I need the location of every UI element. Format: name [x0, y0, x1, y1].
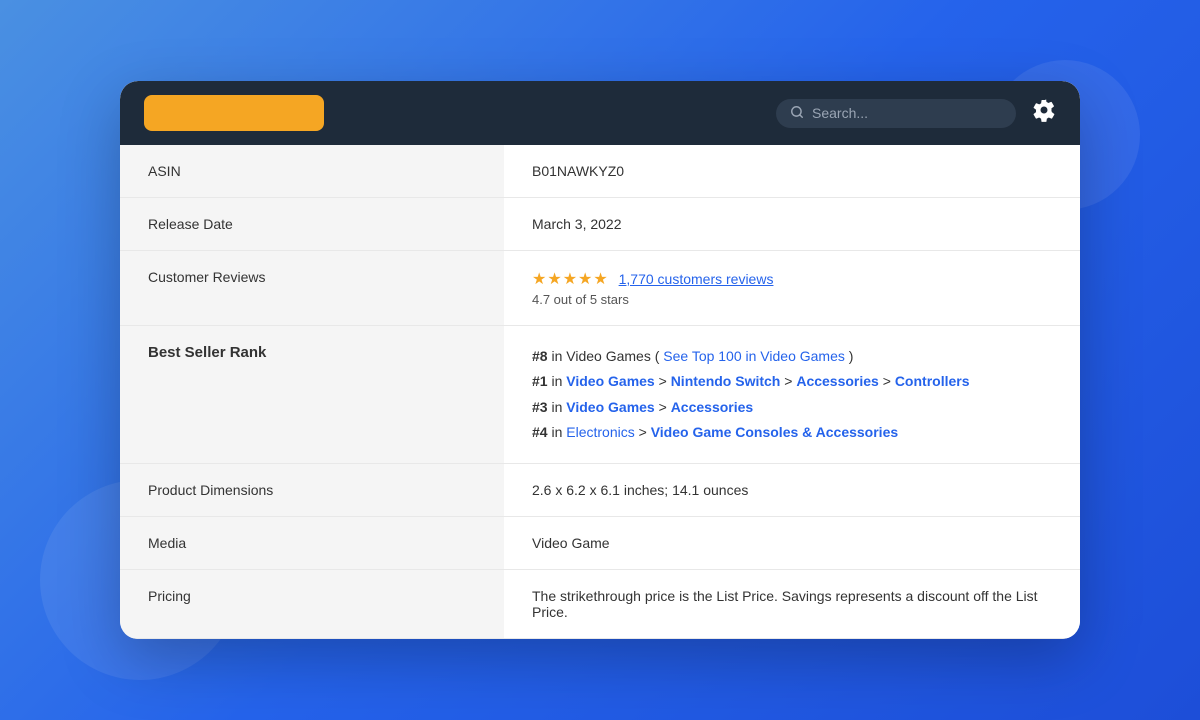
table-row: Customer Reviews ★★★★★ 1,770 customers r…: [120, 251, 1080, 326]
row-value-pricing: The strikethrough price is the List Pric…: [504, 569, 1080, 638]
bsr-link-vg[interactable]: Video Games: [566, 373, 654, 389]
bsr-link-top100[interactable]: See Top 100 in Video Games: [663, 348, 845, 364]
row-label-dimensions: Product Dimensions: [120, 463, 504, 516]
row-value-reviews: ★★★★★ 1,770 customers reviews 4.7 out of…: [504, 251, 1080, 326]
row-label-pricing: Pricing: [120, 569, 504, 638]
row-label-release-date: Release Date: [120, 198, 504, 251]
row-value-bsr: #8 in Video Games ( See Top 100 in Video…: [504, 326, 1080, 464]
row-label-media: Media: [120, 516, 504, 569]
row-value-dimensions: 2.6 x 6.2 x 6.1 inches; 14.1 ounces: [504, 463, 1080, 516]
table-row: Pricing The strikethrough price is the L…: [120, 569, 1080, 638]
review-count-link[interactable]: 1,770 customers reviews: [619, 271, 774, 287]
logo[interactable]: [144, 95, 324, 131]
bsr-link-electronics[interactable]: Electronics: [566, 424, 634, 440]
review-sub-text: 4.7 out of 5 stars: [532, 292, 1052, 307]
navbar: Search...: [120, 81, 1080, 145]
bsr-number-2: #1: [532, 373, 548, 389]
bsr-rank-4: #4 in Electronics > Video Game Consoles …: [532, 420, 1052, 445]
best-seller-rank-row: Best Seller Rank #8 in Video Games ( See…: [120, 326, 1080, 464]
search-placeholder: Search...: [812, 105, 868, 121]
search-icon: [790, 105, 804, 122]
bsr-link-vg-2[interactable]: Video Games: [566, 399, 654, 415]
table-row: ASIN B01NAWKYZ0: [120, 145, 1080, 198]
bsr-number-4: #4: [532, 424, 548, 440]
bsr-plain-1: in Video Games (: [551, 348, 659, 364]
bsr-link-accessories[interactable]: Accessories: [796, 373, 879, 389]
bsr-number-3: #3: [532, 399, 548, 415]
navbar-right: Search...: [776, 98, 1056, 128]
bsr-rank-3: #3 in Video Games > Accessories: [532, 395, 1052, 420]
bsr-link-switch[interactable]: Nintendo Switch: [671, 373, 781, 389]
bsr-link-acc-2[interactable]: Accessories: [671, 399, 754, 415]
table-row: Product Dimensions 2.6 x 6.2 x 6.1 inche…: [120, 463, 1080, 516]
table-row: Media Video Game: [120, 516, 1080, 569]
row-value-asin: B01NAWKYZ0: [504, 145, 1080, 198]
bsr-link-controllers[interactable]: Controllers: [895, 373, 970, 389]
settings-icon[interactable]: [1032, 98, 1056, 128]
bsr-link-consoles[interactable]: Video Game Consoles & Accessories: [651, 424, 898, 440]
main-card: Search... ASIN B01NAWKYZ0 Release Date M…: [120, 81, 1080, 639]
row-label-bsr: Best Seller Rank: [120, 326, 504, 464]
bsr-rank-1: #8 in Video Games ( See Top 100 in Video…: [532, 344, 1052, 369]
search-box[interactable]: Search...: [776, 99, 1016, 128]
row-value-release-date: March 3, 2022: [504, 198, 1080, 251]
row-value-media: Video Game: [504, 516, 1080, 569]
table-row: Release Date March 3, 2022: [120, 198, 1080, 251]
row-label-asin: ASIN: [120, 145, 504, 198]
row-label-reviews: Customer Reviews: [120, 251, 504, 326]
bsr-rank-2: #1 in Video Games > Nintendo Switch > Ac…: [532, 369, 1052, 394]
info-table: ASIN B01NAWKYZ0 Release Date March 3, 20…: [120, 145, 1080, 639]
bsr-number-1: #8: [532, 348, 548, 364]
star-rating: ★★★★★: [532, 271, 609, 288]
